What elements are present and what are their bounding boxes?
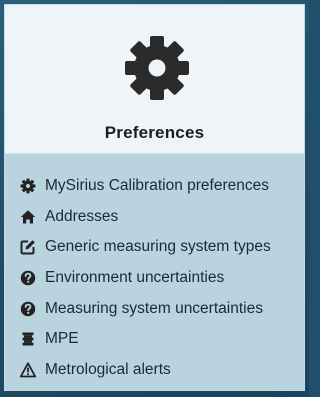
page-background: Preferences MySirius Calibration prefere…	[0, 0, 309, 397]
menu-item-mysirius-calibration-preferences[interactable]: MySirius Calibration preferences	[19, 171, 304, 202]
menu-item-label: Environment uncertainties	[45, 269, 225, 287]
preferences-card[interactable]: Preferences MySirius Calibration prefere…	[4, 4, 305, 391]
menu-item-addresses[interactable]: Addresses	[19, 202, 304, 233]
card-header: Preferences	[5, 5, 304, 154]
menu-item-label: Addresses	[45, 207, 119, 225]
question-circle-icon	[19, 300, 37, 318]
warning-triangle-icon	[19, 361, 37, 379]
edit-square-icon	[19, 238, 37, 256]
stack-bars-icon	[19, 330, 37, 348]
card-title: Preferences	[104, 123, 205, 142]
menu-item-environment-uncertainties[interactable]: Environment uncertainties	[19, 263, 304, 294]
menu-item-label: MPE	[45, 330, 79, 348]
menu-item-generic-measuring-system-types[interactable]: Generic measuring system types	[19, 232, 304, 263]
home-icon	[19, 208, 37, 226]
menu-item-label: Measuring system uncertainties	[45, 299, 263, 317]
menu-item-metrological-alerts[interactable]: Metrological alerts	[19, 355, 304, 386]
menu-item-mpe[interactable]: MPE	[19, 324, 304, 355]
menu-item-measuring-system-uncertainties[interactable]: Measuring system uncertainties	[19, 293, 304, 324]
question-circle-icon	[19, 269, 37, 287]
gear-icon	[123, 34, 191, 102]
preferences-menu: MySirius Calibration preferences Address…	[19, 171, 304, 385]
menu-item-label: Generic measuring system types	[45, 238, 271, 256]
menu-item-label: Metrological alerts	[45, 360, 171, 378]
menu-item-label: MySirius Calibration preferences	[45, 177, 269, 195]
gear-icon	[19, 177, 37, 195]
